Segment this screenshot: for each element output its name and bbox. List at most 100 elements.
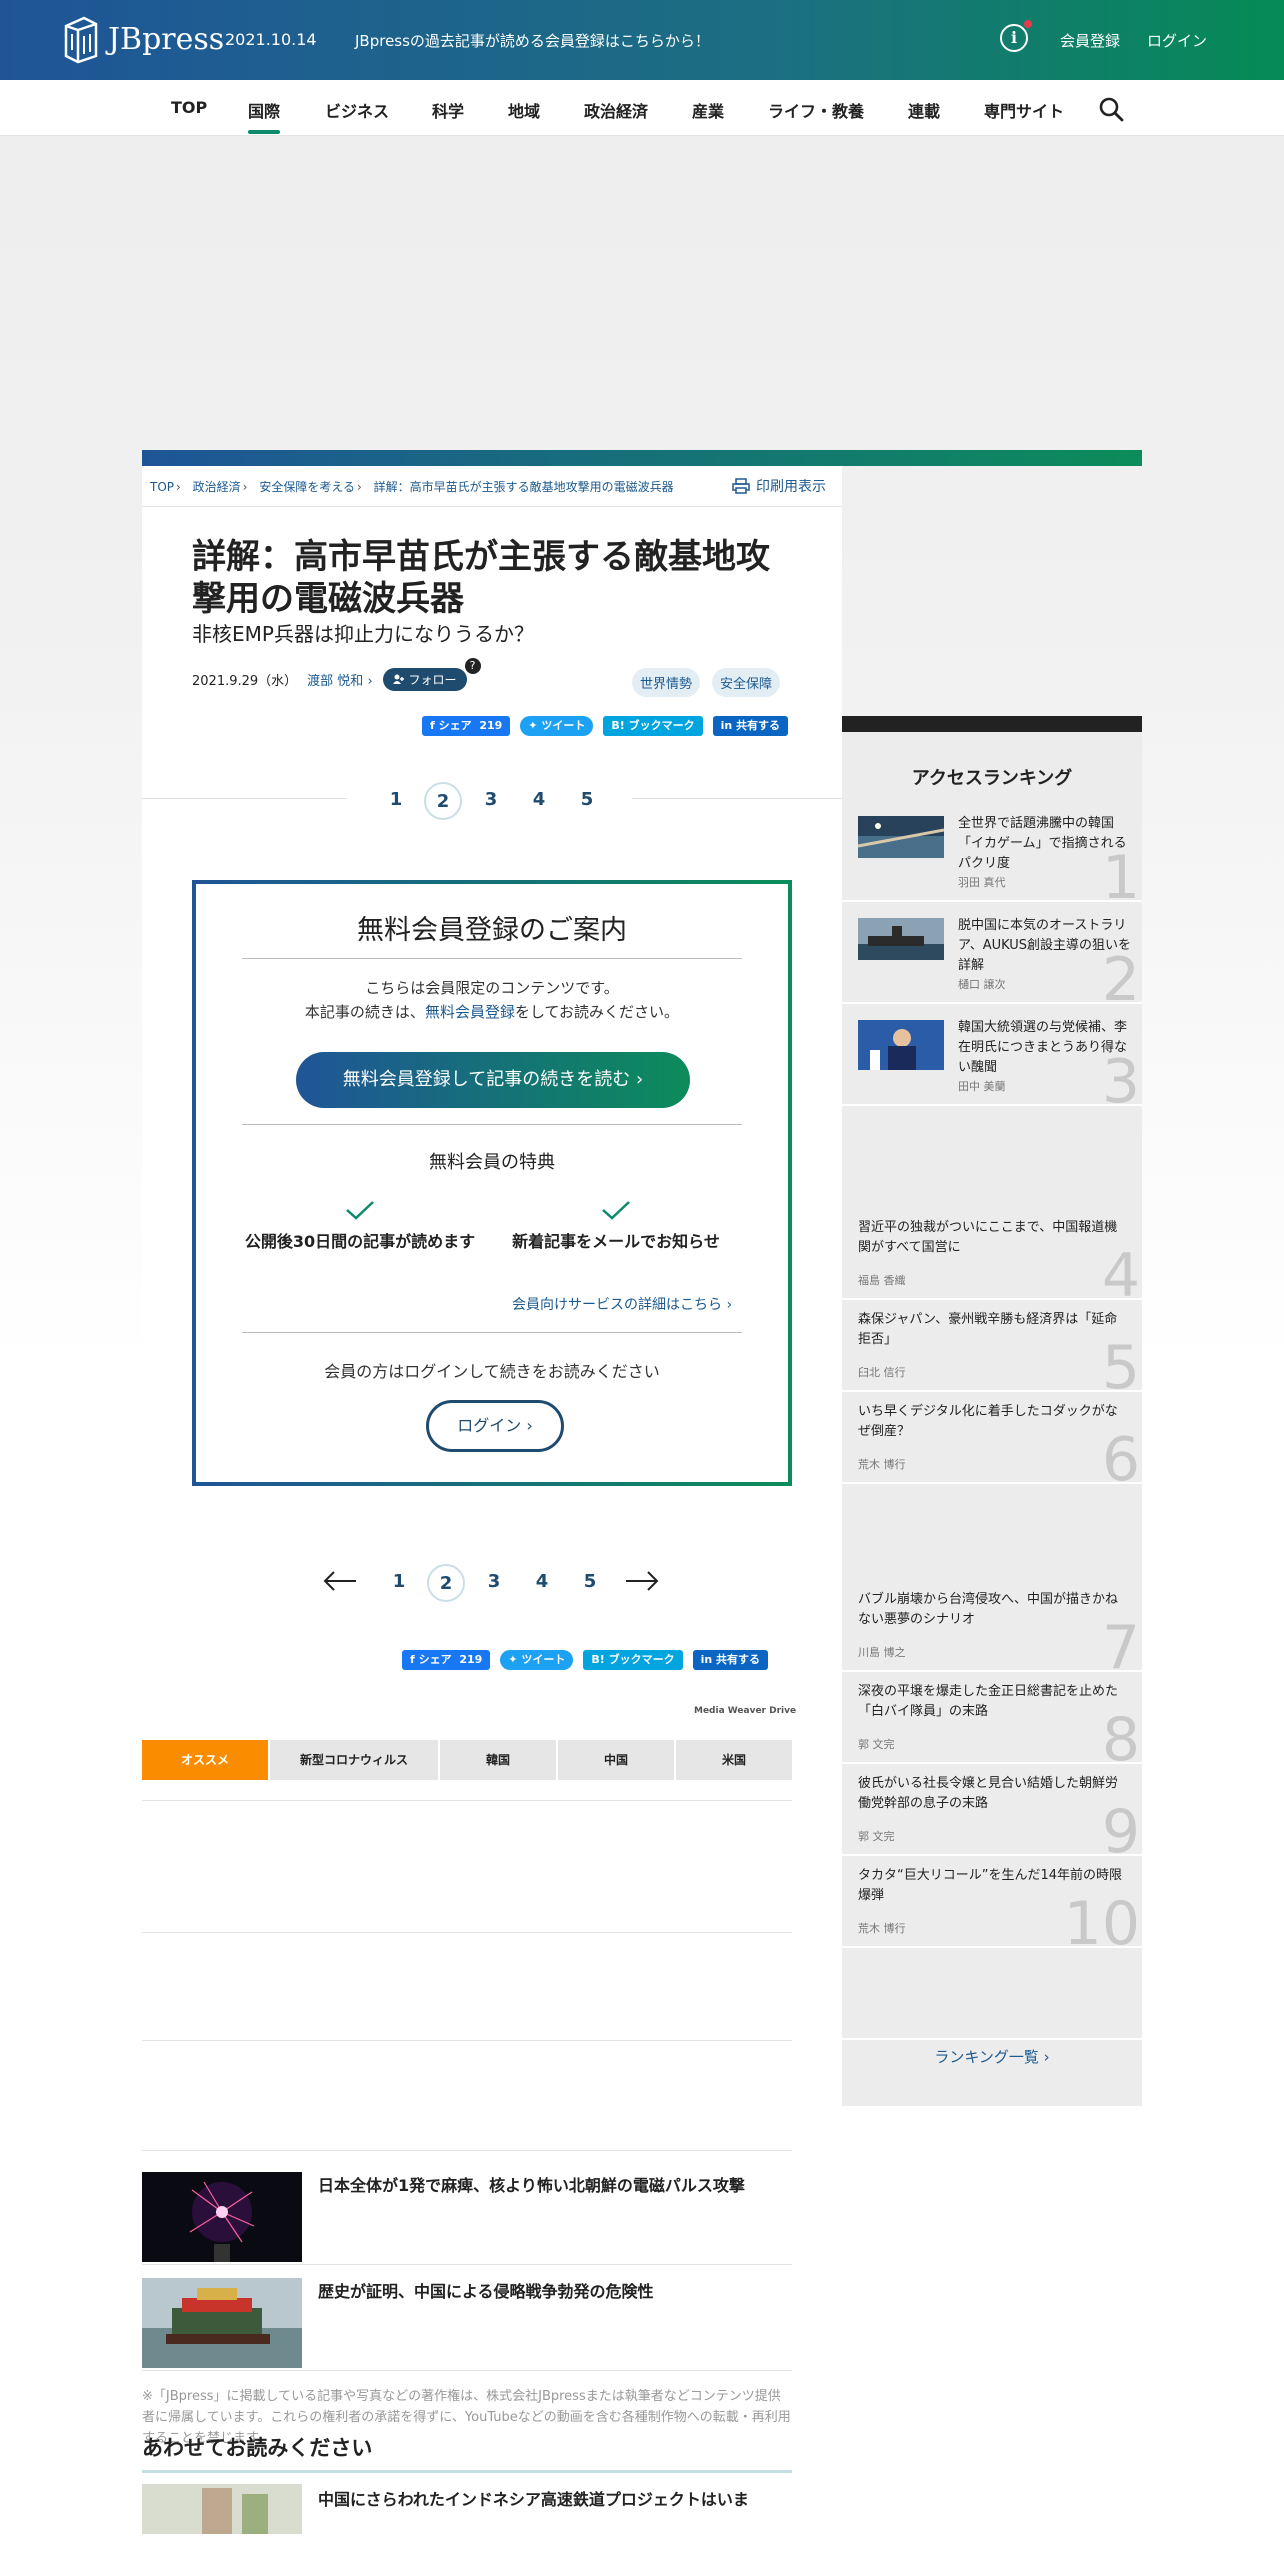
nav-item-politics-economy[interactable]: 政治経済 — [584, 98, 648, 122]
ranking-author-7: 川島 博之 — [858, 1646, 906, 1659]
page-5-link-bottom[interactable]: 5 — [571, 1564, 609, 1602]
nav-item-industry[interactable]: 産業 — [692, 98, 724, 122]
breadcrumb: TOP › 政治経済 › 安全保障を考える › 詳解：高市早苗氏が主張する敵基地攻撃用… — [150, 480, 674, 494]
breadcrumb-top[interactable]: TOP — [150, 480, 174, 494]
divider — [142, 506, 842, 507]
ranking-item-10[interactable]: タカタ“巨大リコール”を生んだ14年前の時限爆弾 荒木 博行 10 — [842, 1856, 1142, 1948]
hatena-bookmark-button[interactable]: B! ブックマーク — [603, 716, 703, 736]
nav-item-region[interactable]: 地域 — [508, 98, 540, 122]
linkedin-share-button[interactable]: in 共有する — [712, 716, 789, 736]
tweet-button-bottom[interactable]: ✦ ツイート — [500, 1650, 574, 1670]
ranking-thumbnail-2 — [858, 918, 944, 960]
register-read-more-button[interactable]: 無料会員登録して記事の続きを読む › — [296, 1052, 690, 1108]
logo-text: JBpress — [108, 21, 225, 57]
author-name: 渡部 悦和 — [307, 674, 364, 689]
ranking-item-4[interactable]: 習近平の独裁がついにここまで、中国報道機関がすべて国営に 福島 香織 4 — [842, 1208, 1142, 1300]
nav-item-business[interactable]: ビジネス — [325, 98, 389, 122]
railway-thumbnail — [142, 2484, 302, 2534]
content-top-bar — [142, 450, 1142, 466]
tab-korea[interactable]: 韓国 — [440, 1740, 556, 1780]
tag-world-affairs[interactable]: 世界情勢 — [632, 668, 701, 697]
search-icon[interactable] — [1098, 96, 1124, 122]
nav-item-science[interactable]: 科学 — [432, 98, 464, 122]
ranking-author-5: 臼北 信行 — [858, 1366, 906, 1379]
arrow-right-icon[interactable] — [624, 1570, 660, 1592]
page-2-current[interactable]: 2 — [424, 782, 462, 820]
ranking-item-6[interactable]: いち早くデジタル化に着手したコダックがなぜ倒産？ 荒木 博行 6 — [842, 1392, 1142, 1484]
register-link[interactable]: 会員登録 — [1060, 30, 1120, 51]
breadcrumb-politics[interactable]: 政治経済 — [193, 480, 241, 494]
tag-security[interactable]: 安全保障 — [712, 668, 781, 697]
nav-item-top[interactable]: TOP — [171, 98, 207, 117]
ranking-number-3: 3 — [1101, 1047, 1140, 1106]
nav-item-life-culture[interactable]: ライフ・教養 — [768, 98, 864, 122]
benefit-email: 新着記事をメールでお知らせ — [496, 1200, 736, 1252]
site-logo[interactable]: JBpress — [62, 14, 224, 64]
tweet-button[interactable]: ✦ ツイート — [520, 716, 594, 736]
facebook-share-button-bottom[interactable]: f シェア 219 — [402, 1650, 491, 1670]
login-link[interactable]: ログイン — [1147, 30, 1207, 51]
ranking-item-3[interactable]: 韓国大統領選の与党候補、李在明氏につきまとうあり得ない醜聞 田中 美蘭 3 — [842, 1006, 1142, 1106]
nav-item-series[interactable]: 連載 — [908, 98, 940, 122]
ranking-number-9: 9 — [1101, 1797, 1140, 1856]
breadcrumb-current[interactable]: 詳解：高市早苗氏が主張する敵基地攻撃用の電磁波兵器 — [374, 480, 674, 494]
ranking-item-8[interactable]: 深夜の平壌を爆走した金正日総書記を止めた「白バイ隊員」の末路 郭 文完 8 — [842, 1672, 1142, 1764]
related-title-2: 歴史が証明、中国による侵略戦争勃発の危険性 — [318, 2282, 654, 2301]
author-link[interactable]: 渡部 悦和 › — [307, 670, 372, 689]
ranking-item-9[interactable]: 彼氏がいる社長令嬢と見合い結婚した朝鮮労働党幹部の息子の末路 郭 文完 9 — [842, 1764, 1142, 1856]
media-weaver-label: Media Weaver Drive — [694, 1706, 797, 1716]
related-article-1[interactable]: 日本全体が1発で麻痺、核より怖い北朝鮮の電磁パルス攻撃 — [142, 2172, 792, 2264]
notification-dot — [1024, 20, 1032, 28]
ranking-more-link[interactable]: ランキング一覧 › — [842, 2046, 1142, 2067]
hatena-bookmark-button-bottom[interactable]: B! ブックマーク — [583, 1650, 683, 1670]
notification-info-icon[interactable]: i — [1000, 20, 1032, 52]
page-4-link-bottom[interactable]: 4 — [523, 1564, 561, 1602]
paywall-login-button[interactable]: ログイン › — [426, 1400, 564, 1452]
page-2-current-bottom[interactable]: 2 — [427, 1564, 465, 1602]
ranking-item-7[interactable]: バブル崩壊から台湾侵攻へ、中国が描きかねない悪夢のシナリオ 川島 博之 7 — [842, 1580, 1142, 1672]
linkedin-icon: in — [700, 1653, 713, 1666]
page-4-link[interactable]: 4 — [520, 782, 558, 820]
ranking-thumbnail-3 — [858, 1020, 944, 1070]
arrow-left-icon[interactable] — [322, 1570, 358, 1592]
tab-recommended[interactable]: オススメ — [142, 1740, 268, 1780]
article-date: 2021.9.29（水） — [192, 674, 298, 689]
header-promo-link[interactable]: JBpressの過去記事が読める会員登録はこちらから！ — [355, 30, 710, 51]
page-3-link-bottom[interactable]: 3 — [475, 1564, 513, 1602]
breadcrumb-security[interactable]: 安全保障を考える — [259, 480, 355, 494]
hatena-icon: B! — [591, 1653, 605, 1666]
member-service-details-link[interactable]: 会員向けサービスの詳細はこちら › — [512, 1294, 732, 1314]
ranking-number-7: 7 — [1101, 1613, 1140, 1672]
page-1-link-bottom[interactable]: 1 — [380, 1564, 418, 1602]
related-article-2[interactable]: 歴史が証明、中国による侵略戦争勃発の危険性 — [142, 2278, 792, 2370]
paywall-text-1: こちらは会員限定のコンテンツです。 — [365, 979, 619, 997]
tab-usa[interactable]: 米国 — [676, 1740, 792, 1780]
facebook-icon: f — [410, 1653, 415, 1666]
ranking-item-2[interactable]: 脱中国に本気のオーストラリア、AUKUS創設主導の狙いを詳解 樋口 譲次 2 — [842, 904, 1142, 1004]
linkedin-icon: in — [720, 719, 733, 732]
follow-button[interactable]: フォロー ? — [382, 658, 481, 691]
tab-coronavirus[interactable]: 新型コロナウィルス — [270, 1740, 438, 1780]
ranking-title-9: 彼氏がいる社長令嬢と見合い結婚した朝鮮労働党幹部の息子の末路 — [858, 1776, 1119, 1811]
benefit-30days: 公開後30日間の記事が読めます — [240, 1200, 480, 1252]
ranking-author-9: 郭 文完 — [858, 1830, 895, 1843]
linkedin-share-button-bottom[interactable]: in 共有する — [692, 1650, 769, 1670]
nav-item-special-sites[interactable]: 専門サイト — [984, 98, 1064, 122]
ranking-item-5[interactable]: 森保ジャパン、豪州戦辛勝も経済界は「延命拒否」 臼北 信行 5 — [842, 1300, 1142, 1392]
facebook-icon: f — [430, 719, 435, 732]
page-5-link[interactable]: 5 — [568, 782, 606, 820]
tab-china[interactable]: 中国 — [558, 1740, 674, 1780]
nav-item-international[interactable]: 国際 — [248, 98, 281, 134]
free-register-inline-link[interactable]: 無料会員登録 — [425, 1003, 515, 1021]
also-read-title-1: 中国にさらわれたインドネシア高速鉄道プロジェクトはいま — [318, 2490, 749, 2509]
ranking-author-4: 福島 香織 — [858, 1274, 906, 1287]
ranking-item-1[interactable]: 全世界で話題沸騰中の韓国「イカゲーム」で指摘されるパクリ度 羽田 真代 1 — [842, 802, 1142, 902]
help-icon[interactable]: ? — [464, 658, 481, 674]
article-subtitle: 非核EMP兵器は抑止力になりうるか？ — [192, 622, 534, 646]
page-3-link[interactable]: 3 — [472, 782, 510, 820]
print-button[interactable]: 印刷用表示 — [732, 476, 826, 496]
check-icon — [346, 1201, 374, 1220]
page-1-link[interactable]: 1 — [377, 782, 415, 820]
facebook-share-button[interactable]: f シェア 219 — [422, 716, 511, 736]
twitter-icon: ✦ — [508, 1653, 518, 1666]
